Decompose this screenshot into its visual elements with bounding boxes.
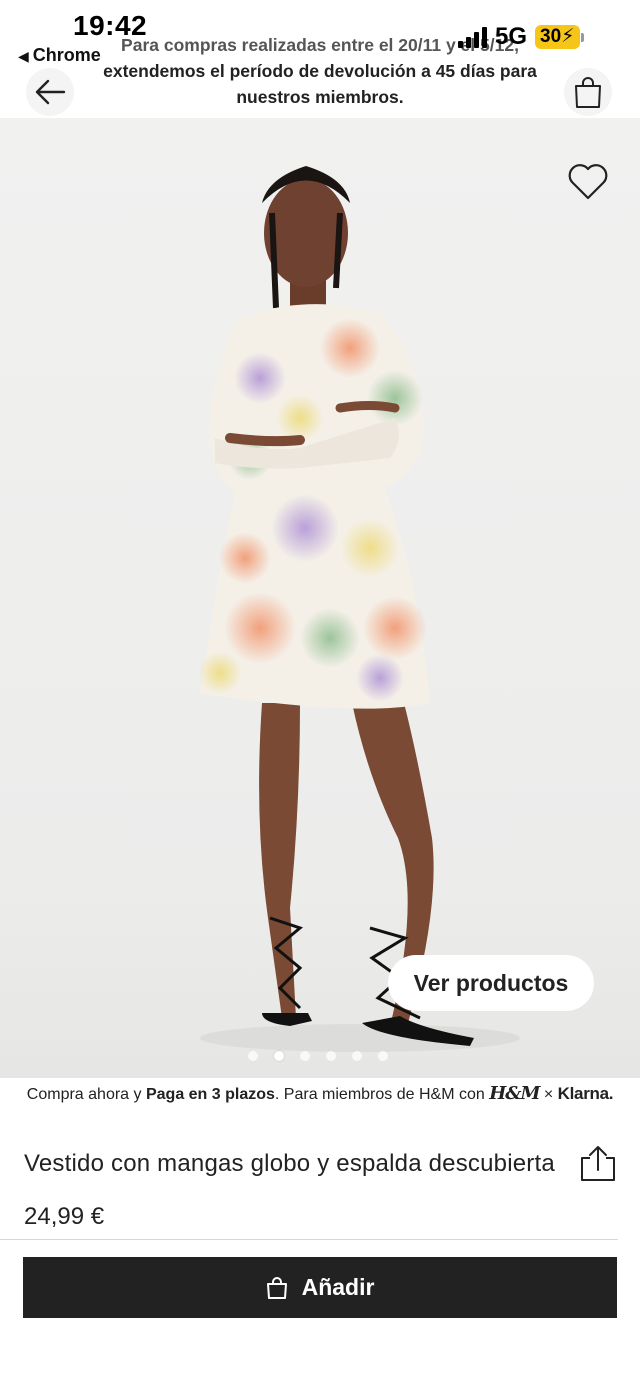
- carousel-dot-active[interactable]: [274, 1051, 284, 1061]
- model-in-floral-dress-illustration: [198, 166, 520, 1052]
- klarna-middle: . Para miembros de H&M con: [274, 1086, 490, 1103]
- promo-line-3: nuestros miembros.: [236, 87, 404, 107]
- carousel-dot[interactable]: [326, 1051, 336, 1061]
- back-to-app-link[interactable]: ◀ Chrome: [18, 45, 101, 66]
- share-button[interactable]: [576, 1144, 620, 1184]
- promo-line-2: extendemos el período de devolución a 45…: [103, 61, 537, 81]
- top-bar: 19:42 ◀ Chrome Para compras realizadas en…: [0, 0, 640, 118]
- times-sign: ×: [543, 1086, 554, 1103]
- product-price: 24,99 €: [24, 1203, 105, 1230]
- klarna-logo: Klarna.: [557, 1084, 614, 1103]
- shopping-bag-icon: [575, 77, 601, 108]
- battery-level: 30: [540, 26, 562, 47]
- carousel-dot[interactable]: [300, 1051, 310, 1061]
- carousel-dot[interactable]: [378, 1051, 388, 1061]
- favorite-button[interactable]: [562, 156, 614, 208]
- product-image[interactable]: Ver productos: [0, 118, 640, 1078]
- back-button[interactable]: [26, 68, 74, 116]
- klarna-prefix: Compra ahora y: [26, 1086, 146, 1103]
- shopping-bag-button[interactable]: [564, 68, 612, 116]
- heart-icon: [568, 164, 608, 200]
- divider: [0, 1239, 618, 1240]
- network-type: 5G: [495, 23, 528, 50]
- hm-logo: H&M: [489, 1083, 540, 1104]
- add-button-label: Añadir: [301, 1274, 375, 1300]
- back-triangle-icon: ◀: [18, 48, 29, 64]
- product-title: Vestido con mangas globo y espalda descu…: [24, 1150, 555, 1177]
- klarna-payment-info: Compra ahora y Paga en 3 plazos. Para mi…: [0, 1083, 640, 1104]
- back-app-label: Chrome: [32, 45, 101, 65]
- carousel-dot[interactable]: [352, 1051, 362, 1061]
- arrow-left-icon: [35, 79, 66, 105]
- klarna-installments: Paga en 3 plazos: [145, 1086, 275, 1103]
- add-to-bag-button[interactable]: Añadir: [23, 1257, 617, 1318]
- cellular-signal-icon: [458, 26, 487, 48]
- status-indicators: 5G 30⚡: [458, 23, 584, 50]
- view-products-button[interactable]: Ver productos: [388, 955, 594, 1011]
- battery-icon: 30⚡: [535, 25, 584, 49]
- shopping-bag-icon: [266, 1276, 287, 1299]
- carousel-dot[interactable]: [248, 1051, 258, 1061]
- share-icon: [581, 1146, 615, 1181]
- image-carousel-dots: [248, 1051, 388, 1061]
